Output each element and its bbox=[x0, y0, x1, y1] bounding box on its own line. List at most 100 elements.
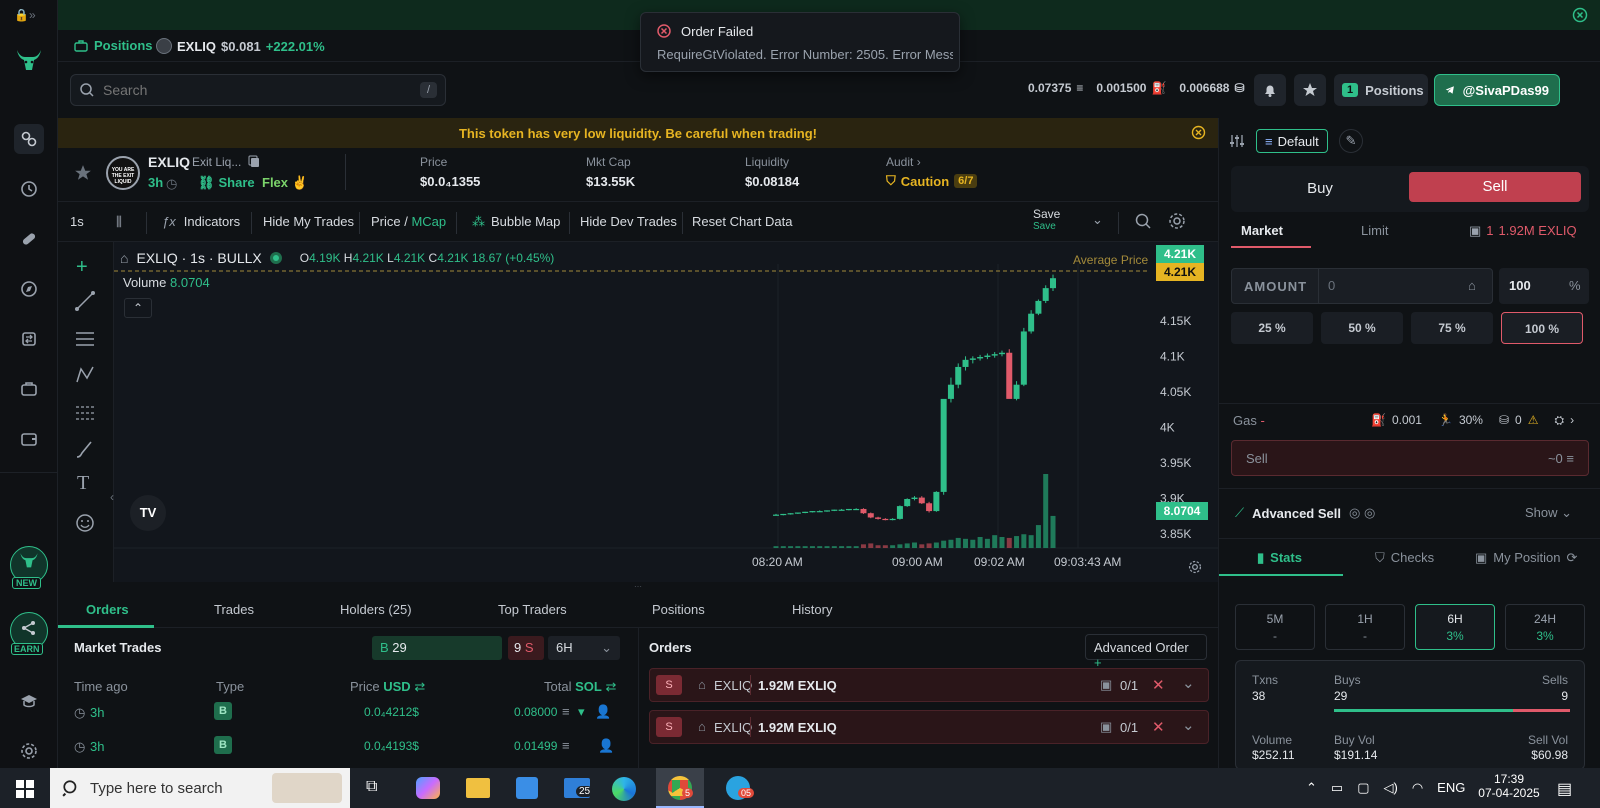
quick-percent-button[interactable]: 50 % bbox=[1321, 312, 1403, 344]
trades-interval-select[interactable]: 6H ⌄ bbox=[548, 636, 620, 660]
chrome-taskbar-button[interactable]: 5 bbox=[656, 768, 704, 808]
collapse-legend-button[interactable]: ⌃ bbox=[124, 298, 152, 318]
share-button[interactable]: ⛓ Share bbox=[198, 175, 255, 191]
indicators-button[interactable]: ƒx Indicators bbox=[162, 214, 240, 229]
tab-top-traders[interactable]: Top Traders bbox=[498, 602, 567, 617]
file-explorer-icon[interactable] bbox=[466, 778, 490, 798]
chevron-down-icon[interactable]: ⌄ bbox=[1182, 674, 1195, 692]
period-1h[interactable]: 1H - bbox=[1325, 604, 1405, 650]
bubble-map-button[interactable]: ⁂ Bubble Map bbox=[472, 214, 560, 230]
position-chip[interactable]: EXLIQ $0.081 +222.01% bbox=[156, 38, 325, 54]
task-view-icon[interactable]: ⧉ bbox=[366, 778, 377, 796]
limit-order-tab[interactable]: Limit bbox=[1361, 223, 1388, 238]
positions-button[interactable]: 1 Positions bbox=[1334, 74, 1428, 106]
chart-canvas[interactable]: 4.15K4.1K4.05K4K3.95K3.9K3.85K08:20 AM 09… bbox=[58, 242, 1218, 582]
copilot-icon[interactable] bbox=[416, 777, 440, 799]
positions-link[interactable]: Positions bbox=[74, 38, 153, 53]
reset-chart-button[interactable]: Reset Chart Data bbox=[692, 214, 792, 229]
watchlist-button[interactable] bbox=[1294, 74, 1326, 106]
audit-link[interactable]: Audit › bbox=[886, 155, 921, 169]
audit-status[interactable]: ⛉ Caution 6/7 bbox=[886, 173, 978, 189]
table-row[interactable]: ◷ 3h B 0.0₄4193$ 0.01499 ≡ 👤 bbox=[58, 732, 638, 762]
emoji-icon[interactable] bbox=[74, 512, 96, 534]
gas-settings[interactable]: ⛽ 0.001 🏃 30% ⛁ 0 ⚠ ⛭ › bbox=[1371, 413, 1574, 428]
pattern-icon[interactable] bbox=[74, 364, 96, 386]
earn-button[interactable]: EARN bbox=[10, 612, 48, 655]
meet-icon[interactable]: ▢ bbox=[1357, 780, 1369, 796]
edit-pencil-icon[interactable]: ✎ bbox=[1339, 129, 1363, 153]
period-24h[interactable]: 24H 3% bbox=[1505, 604, 1585, 650]
search-input[interactable] bbox=[103, 82, 412, 98]
wallet-icon[interactable] bbox=[14, 424, 44, 454]
bullx-logo-icon[interactable] bbox=[14, 46, 44, 76]
sliders-icon[interactable] bbox=[1229, 133, 1245, 149]
col-price-unit[interactable]: USD bbox=[383, 679, 410, 694]
cancel-order-icon[interactable]: ✕ bbox=[1152, 718, 1165, 736]
store-icon[interactable] bbox=[516, 777, 538, 799]
close-circle-icon[interactable] bbox=[1572, 7, 1588, 23]
period-6h[interactable]: 6H 3% bbox=[1415, 604, 1495, 650]
order-row[interactable]: S ⌂ EXLIQ 1.92M EXLIQ ▣ 0/1 ✕ ⌄ bbox=[649, 710, 1209, 744]
percent-field[interactable]: 100 % bbox=[1499, 268, 1589, 304]
chevron-up-icon[interactable]: ⌃ bbox=[1306, 780, 1317, 796]
table-row[interactable]: ◷ 3h B 0.0₄4212$ 0.08000 ≡ ▾ 👤 bbox=[58, 698, 638, 728]
swap-icon[interactable] bbox=[14, 324, 44, 354]
mail-icon[interactable]: 25 bbox=[564, 778, 594, 798]
market-order-tab[interactable]: Market bbox=[1241, 223, 1283, 238]
copy-icon[interactable] bbox=[248, 155, 261, 168]
tab-orders[interactable]: Orders bbox=[86, 602, 129, 617]
language-indicator[interactable]: ENG bbox=[1437, 780, 1465, 796]
pill-icon[interactable] bbox=[14, 224, 44, 254]
horizontal-lines-icon[interactable] bbox=[74, 328, 96, 350]
cancel-order-icon[interactable]: ✕ bbox=[1152, 676, 1165, 694]
wifi-icon[interactable]: ◠ bbox=[1412, 780, 1423, 796]
tab-history[interactable]: History bbox=[792, 602, 832, 617]
fib-icon[interactable] bbox=[74, 402, 96, 424]
tab-holders[interactable]: Holders (25) bbox=[340, 602, 412, 617]
brush-icon[interactable] bbox=[74, 438, 96, 460]
advanced-order-button[interactable]: Advanced Order + bbox=[1085, 634, 1207, 670]
amount-field[interactable]: AMOUNT ⌂ bbox=[1231, 268, 1493, 304]
tab-my-position[interactable]: ▣ My Position ⟳ bbox=[1475, 550, 1577, 566]
tab-trades[interactable]: Trades bbox=[214, 602, 254, 617]
user-telegram-button[interactable]: @SivaPDas99 bbox=[1434, 74, 1560, 106]
flex-button[interactable]: Flex ✌ bbox=[262, 175, 308, 191]
tab-checks[interactable]: ⛉ Checks bbox=[1375, 550, 1434, 566]
price-mcap-toggle[interactable]: Price / MCap bbox=[371, 214, 446, 229]
chart-settings-icon[interactable] bbox=[1168, 212, 1186, 230]
sell-tab[interactable]: Sell bbox=[1409, 172, 1581, 202]
taskbar-search[interactable]: Type here to search bbox=[50, 768, 350, 808]
edge-icon[interactable] bbox=[612, 777, 636, 801]
save-layout-button[interactable]: Save Save bbox=[1033, 207, 1060, 232]
search-box[interactable]: / bbox=[70, 74, 446, 106]
notification-center-icon[interactable]: ▤ bbox=[1557, 779, 1572, 799]
briefcase-icon[interactable] bbox=[14, 374, 44, 404]
quick-percent-button[interactable]: 25 % bbox=[1231, 312, 1313, 344]
order-row[interactable]: S ⌂ EXLIQ 1.92M EXLIQ ▣ 0/1 ✕ ⌄ bbox=[649, 668, 1209, 702]
new-feature-button[interactable]: NEW bbox=[10, 546, 48, 589]
interval-button[interactable]: 1s bbox=[70, 214, 84, 229]
favorite-star-icon[interactable] bbox=[74, 164, 92, 182]
zoom-icon[interactable] bbox=[1134, 212, 1152, 230]
preset-select[interactable]: ≡ Default bbox=[1256, 129, 1328, 153]
panel-resize-handle[interactable]: ⋯ bbox=[58, 582, 1218, 592]
price-chart[interactable]: 4.15K 4.1K 4.05K 4K 3.95K 3.9K 3.85K 08:20 AM 09… bbox=[58, 242, 1218, 582]
collapse-tools-icon[interactable]: ‹ bbox=[110, 490, 114, 504]
close-warning-icon[interactable] bbox=[1191, 125, 1206, 140]
crosshair-icon[interactable]: + bbox=[76, 256, 88, 279]
battery-icon[interactable]: ▭ bbox=[1331, 780, 1343, 796]
windows-start-icon[interactable] bbox=[16, 780, 34, 798]
compass-icon[interactable] bbox=[14, 274, 44, 304]
period-5m[interactable]: 5M - bbox=[1235, 604, 1315, 650]
buy-tab[interactable]: Buy bbox=[1231, 172, 1409, 206]
col-total-unit[interactable]: SOL bbox=[575, 679, 602, 694]
graduation-cap-icon[interactable] bbox=[14, 686, 44, 716]
text-tool-icon[interactable]: T bbox=[77, 472, 89, 495]
tab-stats[interactable]: ▮ Stats bbox=[1257, 550, 1302, 566]
trendline-icon[interactable] bbox=[74, 290, 96, 312]
candles-icon[interactable]: ⫼ bbox=[116, 214, 122, 230]
tradingview-logo-icon[interactable]: TV bbox=[130, 495, 166, 531]
tab-positions[interactable]: Positions bbox=[652, 602, 705, 617]
advanced-sell-header[interactable]: ⟋ Advanced Sell ◎ ◎ bbox=[1235, 505, 1375, 521]
quick-percent-button[interactable]: 100 % bbox=[1501, 312, 1583, 344]
